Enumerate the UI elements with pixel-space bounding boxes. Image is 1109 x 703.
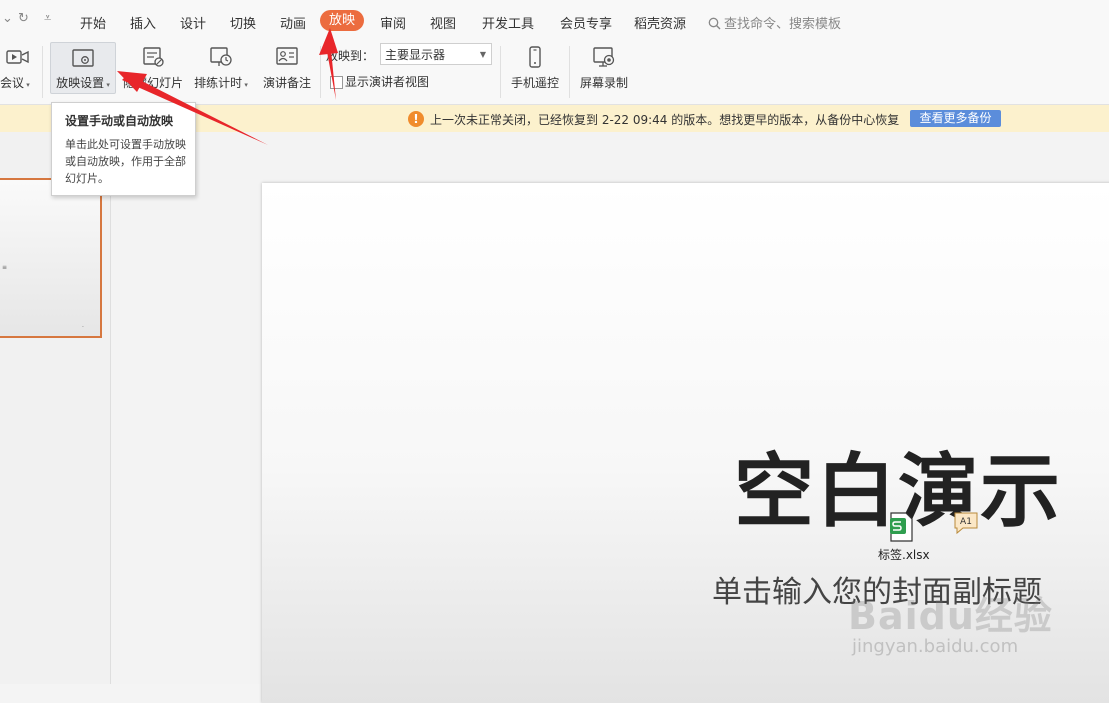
view-more-backups-button[interactable]: 查看更多备份 (910, 110, 1001, 127)
spreadsheet-file-icon[interactable] (888, 512, 914, 542)
hide-slide-button[interactable]: 隐藏幻灯片 (120, 40, 186, 98)
slide-thumbnail-pane: ≡ · (0, 132, 111, 684)
search-box[interactable]: 查找命令、搜索模板 (708, 13, 841, 32)
presenter-view-checkbox[interactable] (330, 76, 343, 89)
warning-icon: ! (408, 111, 424, 127)
thumbnail-mark: ≡ (2, 264, 8, 271)
slide-thumbnail[interactable]: ≡ · (0, 178, 102, 338)
divider (42, 46, 43, 98)
rehearse-timer-icon (210, 47, 232, 66)
menu-tab-transition[interactable]: 切换 (230, 13, 256, 32)
slideshow-setup-button[interactable]: 放映设置 ▾ (50, 42, 116, 94)
speaker-notes-label: 演讲备注 (262, 76, 311, 90)
menu-tab-slideshow[interactable]: 放映 (320, 10, 364, 31)
presenter-view-label: 显示演讲者视图 (345, 75, 430, 89)
meeting-button[interactable]: 会议 ▾ (0, 40, 36, 98)
menu-tab-design[interactable]: 设计 (180, 13, 206, 32)
ribbon-toolbar: 会议 ▾ 放映设置 ▾ 隐藏幻灯片 排练计时 ▾ 演讲备注 放映到： 主要显示器… (0, 40, 1109, 105)
phone-remote-icon (529, 46, 541, 68)
project-to-select[interactable]: 主要显示器 ▼ (380, 43, 492, 65)
meeting-label: 会议 ▾ (0, 76, 30, 90)
project-to-value: 主要显示器 (385, 48, 446, 62)
menu-tab-animation[interactable]: 动画 (280, 13, 306, 32)
menu-bar: ⌄ ↻ ⩡ 开始 插入 设计 切换 动画 放映 审阅 视图 开发工具 会员专享 … (0, 0, 1109, 40)
tooltip-body: 单击此处可设置手动放映或自动放映，作用于全部幻灯片。 (65, 138, 186, 185)
hide-slide-label: 隐藏幻灯片 (122, 76, 183, 90)
thumbnail-mark: · (82, 324, 84, 331)
chevron-down-icon: ▼ (479, 50, 486, 59)
redo-icon[interactable]: ↻ (18, 11, 29, 26)
speaker-notes-icon (276, 47, 298, 65)
menu-tab-member[interactable]: 会员专享 (560, 13, 612, 32)
menu-tab-home[interactable]: 开始 (80, 13, 106, 32)
speaker-notes-button[interactable]: 演讲备注 (258, 40, 316, 98)
slideshow-settings-icon (72, 49, 94, 67)
attachment-file-name[interactable]: 标签.xlsx (878, 546, 930, 563)
comment-badge-text: A1 (960, 517, 972, 527)
rehearse-timing-label: 排练计时 ▾ (194, 76, 248, 90)
divider (500, 46, 501, 98)
menu-tab-insert[interactable]: 插入 (130, 13, 156, 32)
dropdown-arrow-icon[interactable]: ⌄ (2, 11, 13, 26)
phone-remote-label: 手机遥控 (510, 76, 559, 90)
video-meeting-icon (6, 50, 29, 64)
hide-slide-icon (143, 47, 164, 67)
rehearse-timing-button[interactable]: 排练计时 ▾ (190, 40, 252, 98)
project-to-label: 放映到： (326, 49, 375, 63)
search-icon (708, 17, 721, 30)
screen-record-button[interactable]: 屏幕录制 (575, 40, 633, 98)
divider (569, 46, 570, 98)
menu-tab-view[interactable]: 视图 (430, 13, 456, 32)
watermark-logo: Baidu经验 (848, 594, 1053, 638)
screen-record-icon (593, 47, 615, 67)
slideshow-setup-label: 放映设置 ▾ (56, 76, 110, 90)
customize-quick-access-icon[interactable]: ⩡ (44, 11, 51, 26)
watermark-url: jingyan.baidu.com (852, 636, 1019, 657)
phone-remote-button[interactable]: 手机遥控 (506, 40, 564, 98)
recovery-message: 上一次未正常关闭，已经恢复到 2-22 09:44 的版本。想找更早的版本，从备… (430, 113, 900, 127)
menu-tab-developer[interactable]: 开发工具 (482, 13, 534, 32)
menu-tab-docer[interactable]: 稻壳资源 (634, 13, 686, 32)
divider (320, 46, 321, 98)
screen-record-label: 屏幕录制 (579, 76, 628, 90)
comment-badge-icon[interactable]: A1 (953, 511, 979, 535)
tooltip-title: 设置手动或自动放映 (65, 114, 174, 128)
slideshow-setup-tooltip: 设置手动或自动放映 单击此处可设置手动放映或自动放映，作用于全部幻灯片。 (51, 102, 196, 196)
menu-tab-review[interactable]: 审阅 (380, 13, 406, 32)
search-placeholder: 查找命令、搜索模板 (724, 17, 842, 32)
